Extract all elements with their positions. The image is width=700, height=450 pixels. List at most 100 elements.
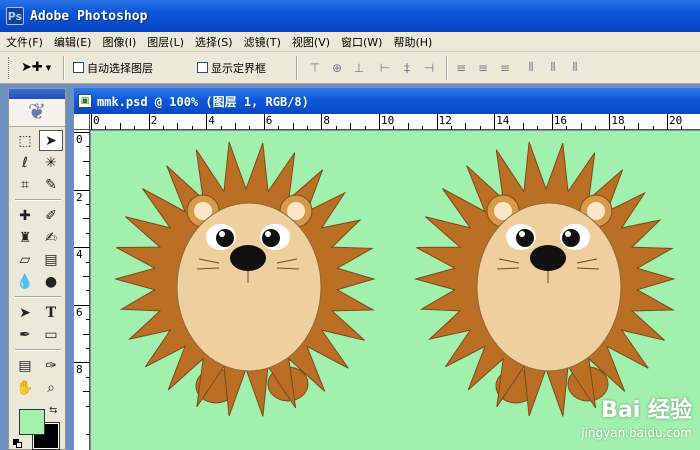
menu-filter[interactable]: 滤镜(T)	[244, 34, 281, 50]
blur-tool-icon[interactable]: 💧	[13, 271, 37, 292]
ruler-minor-tick	[278, 126, 280, 130]
ruler-minor-tick	[83, 276, 90, 277]
menu-image[interactable]: 图像(I)	[102, 34, 136, 50]
magic-wand-tool-icon[interactable]: ✳	[39, 152, 63, 173]
healing-brush-tool-icon[interactable]: ✚	[13, 205, 37, 226]
eyedropper-tool-icon[interactable]: ✑	[39, 355, 63, 376]
ruler-minor-tick	[105, 126, 107, 130]
vertical-ruler[interactable]: 0 2 4 6 8	[74, 130, 90, 450]
toolbox-title-bar[interactable]	[9, 89, 65, 99]
brush-tool-icon[interactable]: ✐	[39, 205, 63, 226]
foreground-color-swatch[interactable]	[19, 409, 45, 435]
title-bar: Ps Adobe Photoshop	[0, 0, 700, 32]
ruler-minor-tick	[537, 126, 539, 130]
menu-help[interactable]: 帮助(H)	[393, 34, 432, 50]
ruler-minor-tick	[623, 126, 625, 130]
ruler-origin[interactable]	[74, 114, 90, 130]
ruler-minor-tick	[307, 126, 308, 130]
ruler-tick	[321, 114, 323, 130]
slice-tool-icon[interactable]: ✎	[39, 174, 63, 195]
tool-divider	[15, 296, 61, 298]
ruler-minor-tick	[407, 123, 409, 130]
document-title: mmk.psd @ 100% (图层 1, RGB/8)	[97, 94, 309, 109]
ruler-minor-tick	[451, 126, 452, 130]
photoshop-app-icon[interactable]: Ps	[6, 7, 24, 25]
separator	[296, 55, 298, 80]
ruler-tick	[148, 114, 150, 130]
auto-select-layer-label: 自动选择图层	[87, 61, 153, 75]
distribute-right-icon[interactable]: ⦀	[566, 60, 584, 76]
align-left-icon[interactable]: ⊢	[376, 60, 394, 76]
history-brush-tool-icon[interactable]: ✍	[39, 227, 63, 248]
ruler-minor-tick	[523, 123, 524, 130]
watermark-logo-text: Bai 经验	[601, 398, 692, 423]
psd-file-icon: ▣	[78, 94, 92, 108]
ruler-minor-tick	[393, 126, 395, 130]
ruler-label: 20	[669, 114, 683, 127]
ruler-minor-tick	[235, 123, 236, 130]
menu-view[interactable]: 视图(V)	[292, 34, 330, 50]
ruler-tick	[667, 114, 668, 130]
align-bottom-icon[interactable]: ⊥	[350, 60, 368, 76]
align-hcenter-icon[interactable]: ‡	[398, 60, 416, 76]
lasso-tool-icon[interactable]: ℓ	[13, 152, 37, 173]
horizontal-ruler[interactable]: 0 2 4 6 8 10 12 14 16 18 20	[90, 114, 700, 130]
ruler-minor-tick	[86, 232, 90, 234]
crop-tool-icon[interactable]: ⌗	[13, 174, 37, 195]
default-colors-icon[interactable]	[13, 439, 22, 448]
right-eye-highlight	[265, 231, 271, 237]
align-right-icon[interactable]: ⊣	[420, 60, 438, 76]
distribute-vcenter-icon[interactable]: ≡	[474, 60, 492, 76]
swap-colors-icon[interactable]: ⇆	[49, 405, 57, 416]
ruler-minor-tick	[508, 126, 510, 130]
options-bar-grip[interactable]	[8, 56, 11, 79]
canvas[interactable]: Bai 经验 jingyan.baidu.com	[91, 131, 700, 450]
dodge-tool-icon[interactable]: ●	[39, 271, 63, 292]
auto-select-layer-option[interactable]: 自动选择图层	[73, 60, 153, 76]
ruler-minor-tick	[83, 160, 90, 162]
hedgehog-lion-illustration	[413, 141, 676, 417]
show-bounding-box-option[interactable]: 显示定界框	[197, 60, 266, 76]
left-pupil	[516, 229, 534, 247]
ruler-minor-tick	[350, 123, 352, 130]
align-top-icon[interactable]: ⊤	[306, 60, 324, 76]
notes-tool-icon[interactable]: ▤	[13, 355, 37, 376]
distribute-bottom-icon[interactable]: ≡	[496, 60, 514, 76]
clone-stamp-tool-icon[interactable]: ♜	[13, 227, 37, 248]
zoom-tool-icon[interactable]: ⌕	[39, 377, 63, 398]
distribute-hcenter-icon[interactable]: ⦀	[544, 60, 562, 76]
rectangle-tool-icon[interactable]: ▭	[39, 324, 63, 345]
ruler-label: 6	[76, 305, 83, 319]
hedgehog-lion-illustration	[113, 141, 376, 417]
menu-file[interactable]: 文件(F)	[6, 34, 43, 50]
ruler-tick	[436, 114, 438, 130]
menu-select[interactable]: 选择(S)	[195, 34, 233, 50]
right-pupil	[262, 229, 280, 247]
ruler-label: 4	[208, 114, 215, 127]
ruler-tick	[494, 114, 496, 130]
distribute-left-icon[interactable]: ⦀	[522, 60, 540, 76]
menu-layer[interactable]: 图层(L)	[147, 34, 184, 50]
ruler-minor-tick	[638, 123, 640, 130]
align-vcenter-icon[interactable]: ⊕	[328, 60, 346, 76]
ruler-minor-tick	[422, 126, 424, 130]
hand-tool-icon[interactable]: ✋	[13, 377, 37, 398]
auto-select-layer-checkbox[interactable]	[73, 62, 84, 73]
move-tool-icon[interactable]: ➤	[39, 130, 63, 151]
path-selection-tool-icon[interactable]: ➤	[13, 302, 37, 323]
show-bounding-box-checkbox[interactable]	[197, 62, 208, 73]
distribute-top-icon[interactable]: ≡	[452, 60, 470, 76]
type-tool-icon[interactable]: T	[39, 302, 63, 323]
ruler-minor-tick	[220, 126, 222, 130]
eraser-tool-icon[interactable]: ▱	[13, 249, 37, 270]
right-pupil	[562, 229, 580, 247]
menu-bar: 文件(F) 编辑(E) 图像(I) 图层(L) 选择(S) 滤镜(T) 视图(V…	[0, 32, 700, 52]
tool-preset-picker[interactable]: ➤✚ ▼	[21, 60, 55, 75]
marquee-tool-icon[interactable]: ⬚	[13, 130, 37, 151]
menu-window[interactable]: 窗口(W)	[341, 34, 382, 50]
pen-tool-icon[interactable]: ✒	[13, 324, 37, 345]
gradient-tool-icon[interactable]: ▤	[39, 249, 63, 270]
adobe-online-icon[interactable]: ❦	[9, 99, 65, 127]
document-title-bar[interactable]: ▣ mmk.psd @ 100% (图层 1, RGB/8)	[74, 88, 700, 114]
menu-edit[interactable]: 编辑(E)	[54, 34, 92, 50]
